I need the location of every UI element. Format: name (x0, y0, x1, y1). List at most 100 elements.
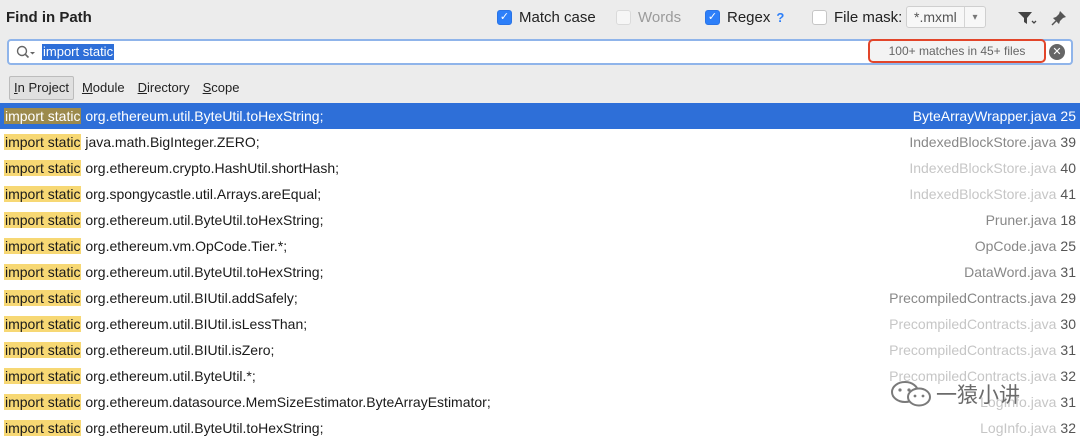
result-code: import static org.ethereum.crypto.HashUt… (4, 155, 339, 181)
match-highlight: import static (4, 394, 82, 410)
result-row[interactable]: import static org.ethereum.util.ByteUtil… (0, 103, 1080, 129)
scope-label: irectory (146, 80, 190, 95)
scope-tab-module[interactable]: Module (77, 76, 130, 100)
pin-icon[interactable] (1048, 8, 1070, 28)
words-option: Words (616, 9, 681, 26)
scope-tab-scope[interactable]: Scope (198, 76, 245, 100)
match-case-label: Match case (519, 9, 596, 26)
match-highlight: import static (4, 342, 82, 358)
result-line-number: 31 (1060, 394, 1076, 410)
result-code: import static java.math.BigInteger.ZERO; (4, 129, 260, 155)
file-mask-value: *.mxml (914, 9, 957, 25)
match-highlight: import static (4, 264, 82, 280)
scope-label: odule (92, 80, 125, 95)
result-line-number: 40 (1060, 160, 1076, 176)
scope-tab-in-project[interactable]: In Project (9, 76, 74, 100)
file-mask-dropdown[interactable]: *.mxml ▾ (906, 6, 986, 28)
wechat-logo-icon (891, 381, 931, 407)
result-line-number: 32 (1060, 420, 1076, 436)
result-code: import static org.spongycastle.util.Arra… (4, 181, 321, 207)
result-code: import static org.ethereum.vm.OpCode.Tie… (4, 233, 287, 259)
result-code-rest: java.math.BigInteger.ZERO; (81, 134, 260, 150)
filter-icon[interactable] (1016, 8, 1038, 28)
result-code-rest: org.ethereum.vm.OpCode.Tier.*; (81, 238, 288, 254)
find-dialog-header: Find in Path ✓ Match case Words ✓ Regex … (0, 0, 1080, 36)
result-line-number: 32 (1060, 368, 1076, 384)
result-file-name: PrecompiledContracts.java (889, 342, 1057, 358)
scope-label: cope (211, 80, 240, 95)
regex-option[interactable]: ✓ Regex ? (705, 9, 784, 26)
result-file-location: IndexedBlockStore.java 41 (909, 181, 1076, 207)
match-case-option[interactable]: ✓ Match case (497, 9, 596, 26)
result-row[interactable]: import static org.spongycastle.util.Arra… (0, 181, 1080, 207)
result-file-location: IndexedBlockStore.java 40 (909, 155, 1076, 181)
scope-label: n Project (17, 80, 69, 95)
result-code-rest: org.ethereum.util.BIUtil.isLessThan; (81, 316, 308, 332)
result-code-rest: org.ethereum.util.ByteUtil.*; (81, 368, 256, 384)
result-code-rest: org.ethereum.util.BIUtil.addSafely; (81, 290, 298, 306)
result-code: import static org.ethereum.util.ByteUtil… (4, 207, 323, 233)
result-row[interactable]: import static org.ethereum.util.BIUtil.a… (0, 285, 1080, 311)
result-code-rest: org.ethereum.util.ByteUtil.toHexString; (81, 420, 324, 436)
match-highlight: import static (4, 186, 82, 202)
result-file-location: PrecompiledContracts.java 29 (889, 285, 1076, 311)
scope-tab-directory[interactable]: Directory (133, 76, 195, 100)
result-row[interactable]: import static org.ethereum.util.ByteUtil… (0, 259, 1080, 285)
result-file-name: PrecompiledContracts.java (889, 316, 1057, 332)
result-file-name: LogInfo.java (980, 420, 1057, 436)
result-line-number: 25 (1060, 108, 1076, 124)
match-highlight: import static (4, 420, 82, 436)
chevron-down-icon[interactable]: ▾ (964, 7, 985, 27)
result-code-rest: org.ethereum.util.ByteUtil.toHexString; (81, 212, 324, 228)
result-line-number: 31 (1060, 264, 1076, 280)
result-line-number: 18 (1060, 212, 1076, 228)
watermark: 一猿小讲 (888, 377, 1020, 411)
result-code: import static org.ethereum.util.ByteUtil… (4, 103, 323, 129)
result-file-name: OpCode.java (974, 238, 1057, 254)
result-row[interactable]: import static org.ethereum.util.BIUtil.i… (0, 311, 1080, 337)
search-icon[interactable] (15, 44, 35, 62)
clear-search-icon[interactable]: ✕ (1049, 44, 1065, 60)
result-code-rest: org.ethereum.datasource.MemSizeEstimator… (81, 394, 491, 410)
regex-label: Regex (727, 9, 771, 26)
result-file-name: PrecompiledContracts.java (889, 290, 1057, 306)
match-case-checkbox[interactable]: ✓ (497, 10, 512, 25)
result-code-rest: org.spongycastle.util.Arrays.areEqual; (81, 186, 322, 202)
match-highlight: import static (4, 290, 82, 306)
result-code-rest: org.ethereum.util.ByteUtil.toHexString; (81, 264, 324, 280)
result-file-location: Pruner.java 18 (986, 207, 1076, 233)
match-highlight: import static (4, 160, 82, 176)
match-highlight: import static (4, 238, 82, 254)
result-row[interactable]: import static org.ethereum.util.ByteUtil… (0, 207, 1080, 233)
scope-mnemonic: D (137, 80, 147, 95)
result-code: import static org.ethereum.util.ByteUtil… (4, 363, 256, 389)
dialog-title: Find in Path (6, 9, 92, 26)
result-line-number: 31 (1060, 342, 1076, 358)
scope-tabs: In Project Module Directory Scope (9, 76, 247, 100)
result-file-location: IndexedBlockStore.java 39 (909, 129, 1076, 155)
result-code: import static org.ethereum.util.ByteUtil… (4, 259, 323, 285)
result-file-name: IndexedBlockStore.java (909, 160, 1057, 176)
match-highlight: import static (4, 134, 82, 150)
result-row[interactable]: import static org.ethereum.crypto.HashUt… (0, 155, 1080, 181)
result-row[interactable]: import static org.ethereum.util.ByteUtil… (0, 415, 1080, 440)
result-code-rest: org.ethereum.util.ByteUtil.toHexString; (81, 108, 324, 124)
result-row[interactable]: import static java.math.BigInteger.ZERO;… (0, 129, 1080, 155)
result-file-location: OpCode.java 25 (975, 233, 1076, 259)
result-line-number: 29 (1060, 290, 1076, 306)
regex-checkbox[interactable]: ✓ (705, 10, 720, 25)
result-code: import static org.ethereum.util.ByteUtil… (4, 415, 323, 440)
result-code-rest: org.ethereum.util.BIUtil.isZero; (81, 342, 275, 358)
file-mask-label: File mask: (834, 9, 903, 26)
file-mask-checkbox[interactable] (812, 10, 827, 25)
result-file-name: Pruner.java (985, 212, 1057, 228)
match-highlight: import static (4, 212, 82, 228)
file-mask-option[interactable]: File mask: (812, 9, 902, 26)
result-row[interactable]: import static org.ethereum.util.BIUtil.i… (0, 337, 1080, 363)
match-highlight: import static (4, 368, 82, 384)
result-code: import static org.ethereum.util.BIUtil.i… (4, 337, 274, 363)
search-query-text[interactable]: import static (42, 44, 115, 60)
regex-help-icon[interactable]: ? (776, 10, 784, 25)
result-row[interactable]: import static org.ethereum.vm.OpCode.Tie… (0, 233, 1080, 259)
result-file-location: ByteArrayWrapper.java 25 (913, 103, 1076, 129)
